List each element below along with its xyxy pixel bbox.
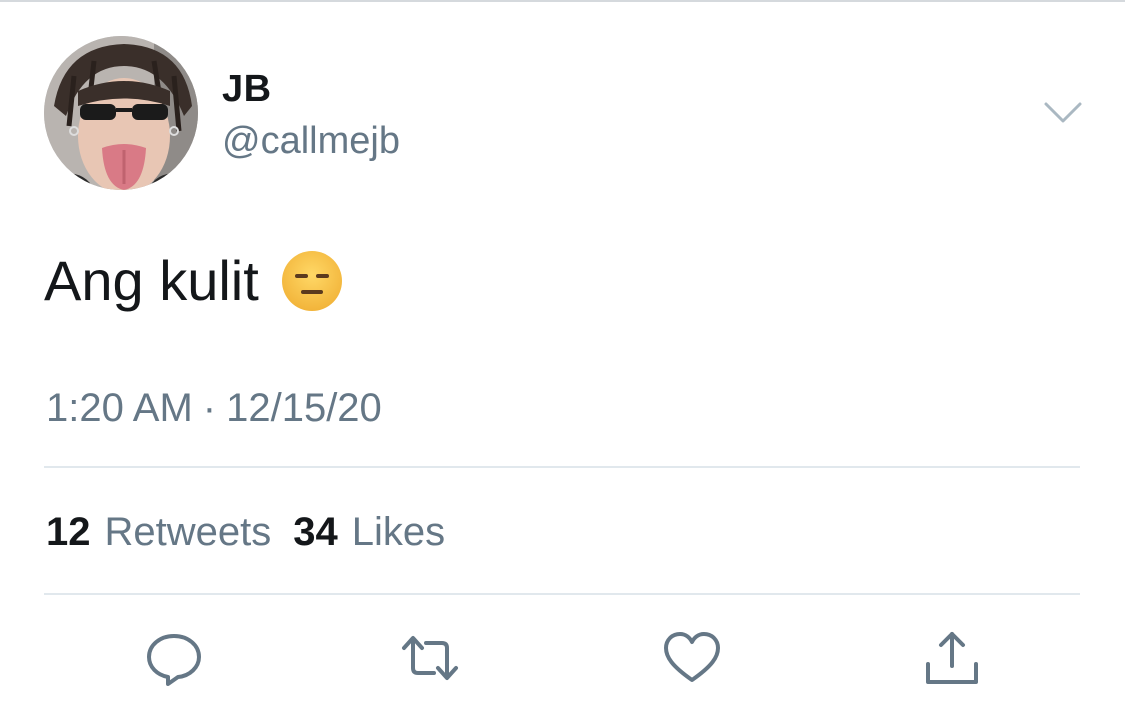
tweet-detail: JB @callmejb Ang kulit 1:20 AM · 12/15/2… (0, 0, 1125, 719)
likes-label: Likes (351, 510, 446, 554)
more-options-button[interactable] (1040, 96, 1086, 130)
reply-icon (147, 634, 201, 686)
retweets-stat[interactable]: 12 Retweets (46, 510, 271, 555)
tweet-date: 12/15/20 (226, 386, 382, 430)
tweet-text: Ang kulit (44, 249, 259, 312)
chevron-down-icon (1044, 102, 1082, 123)
heart-icon (664, 632, 720, 682)
tweet-time: 1:20 AM (46, 386, 193, 430)
retweet-button[interactable] (400, 628, 460, 688)
display-name[interactable]: JB (222, 68, 272, 111)
like-button[interactable] (662, 628, 722, 688)
top-divider (0, 0, 1125, 2)
user-handle[interactable]: @callmejb (222, 120, 400, 163)
likes-count: 34 (293, 510, 338, 554)
divider (44, 593, 1080, 595)
share-icon (926, 632, 978, 684)
retweets-count: 12 (46, 510, 91, 554)
retweet-icon (402, 636, 458, 680)
tweet-timestamp[interactable]: 1:20 AM · 12/15/20 (46, 386, 382, 431)
expressionless-face-emoji (281, 250, 343, 312)
timestamp-separator: · (202, 386, 217, 430)
likes-stat[interactable]: 34 Likes (293, 510, 445, 555)
share-button[interactable] (922, 628, 982, 688)
retweets-label: Retweets (104, 510, 272, 554)
reply-button[interactable] (144, 628, 204, 688)
avatar-photo (44, 36, 198, 190)
tweet-stats: 12 Retweets 34 Likes (46, 510, 445, 555)
divider (44, 466, 1080, 468)
tweet-body: Ang kulit (44, 248, 343, 313)
avatar[interactable] (44, 36, 198, 190)
